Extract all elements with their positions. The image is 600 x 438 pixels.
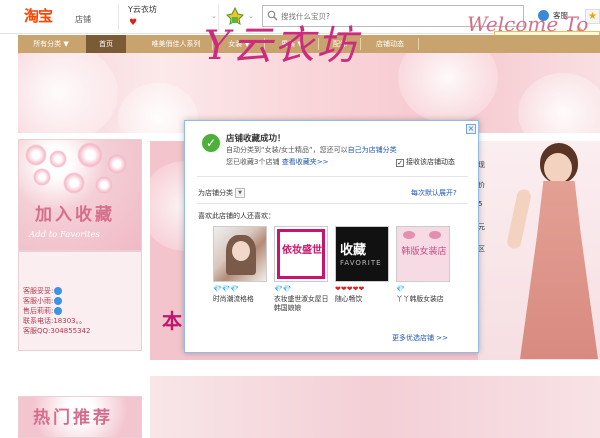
contact-row: 客服QQ:304855342: [23, 327, 91, 335]
promo-char: 本: [162, 309, 182, 333]
contact-row: 联系电话:18303。。: [23, 317, 87, 325]
hot-recommend-banner[interactable]: 热门推荐: [18, 396, 142, 438]
dialog-category-text: 自动分类到“女装/女士精品”，您还可以自己为店铺分类: [226, 146, 397, 154]
taobao-logo[interactable]: 淘宝: [24, 7, 72, 25]
banner-title: Y云衣坊: [204, 23, 359, 69]
contact-row: 客服妥妥:: [23, 286, 137, 296]
subscribe-checkbox[interactable]: ✓ 接收该店铺动态: [396, 157, 455, 167]
promo-side-text: 价: [478, 181, 485, 189]
shop-rating: ❤❤❤❤❤: [335, 285, 365, 293]
custom-category-link[interactable]: 自己为店铺分类: [348, 146, 397, 154]
logo-subtitle: 店铺: [75, 15, 91, 24]
chevron-down-icon[interactable]: ▼: [235, 188, 245, 198]
divider: [118, 4, 119, 30]
dialog-title: 店铺收藏成功！: [226, 134, 286, 144]
nav-home[interactable]: 首页: [86, 35, 126, 53]
shop-name[interactable]: 随心畅饮: [335, 295, 391, 304]
shop-rating: 💎: [396, 285, 405, 293]
also-like-label: 喜欢此店铺的人还喜欢：: [198, 212, 275, 220]
divider: [150, 360, 600, 376]
contact-row: 客服小雨:: [23, 296, 137, 306]
favorites-title: 加入收藏: [35, 205, 115, 225]
nav-shop-news[interactable]: 店铺动态: [362, 35, 418, 53]
favorite-success-dialog: × ✓ 店铺收藏成功！ 自动分类到“女装/女士精品”，您还可以自己为店铺分类 您…: [184, 120, 479, 353]
promo-side-text: 现: [478, 161, 485, 169]
shop-thumbnail[interactable]: 依妆盛世: [274, 226, 328, 282]
divider: [197, 203, 468, 204]
heart-icon[interactable]: ♥: [129, 18, 137, 28]
shop-name[interactable]: 衣妆盛世淑女屋日韩国娘娘: [274, 295, 330, 313]
shop-thumbnail[interactable]: 韩版女装店: [396, 226, 450, 282]
wangwang-icon[interactable]: [54, 287, 63, 295]
contact-panel: 客服妥妥: 客服小雨: 售后莉莉: 联系电话:18303。。 客服QQ:3048…: [18, 251, 142, 351]
favorites-subtitle: Add to Favorites: [29, 230, 100, 240]
wangwang-icon[interactable]: [54, 297, 63, 305]
category-select[interactable]: 为店铺分类 ▼: [198, 188, 245, 198]
contact-row: 售后莉莉:: [23, 306, 137, 316]
hot-title: 热门推荐: [33, 408, 113, 428]
close-icon[interactable]: ×: [466, 124, 476, 134]
recommended-shop[interactable]: 依妆盛世 💎💎 衣妆盛世淑女屋日韩国娘娘: [274, 226, 330, 313]
shop-name[interactable]: 时尚潮流格格: [213, 295, 269, 304]
shop-thumbnail[interactable]: 收藏 FAVORITE: [335, 226, 389, 282]
nav-all-categories[interactable]: 所有分类 ▼: [18, 35, 84, 53]
recommended-shop[interactable]: 韩版女装店 💎 丫丫韩版女装店: [396, 226, 452, 304]
nav-divider: [418, 38, 419, 50]
dialog-count-text: 您已收藏3个店铺 查看收藏夹>>: [226, 158, 329, 166]
wangwang-icon[interactable]: [54, 307, 63, 315]
view-favorites-link[interactable]: 查看收藏夹>>: [282, 158, 329, 166]
shop-rating: 💎💎💎: [213, 285, 240, 293]
shop-rating: 💎💎: [274, 285, 292, 293]
nav-divider: [360, 38, 361, 50]
promo-side-text: 元: [478, 223, 485, 231]
model-photo[interactable]: [478, 141, 600, 360]
recommended-shop[interactable]: 收藏 FAVORITE ❤❤❤❤❤ 随心畅饮: [335, 226, 391, 304]
more-shops-link[interactable]: 更多优选店铺 >>: [392, 333, 448, 343]
add-to-favorites-banner[interactable]: 加入收藏 Add to Favorites: [18, 139, 142, 251]
divider: [197, 176, 468, 177]
shop-thumbnail[interactable]: [213, 226, 267, 282]
promo-banner-bottom[interactable]: [150, 376, 600, 438]
banner-welcome: Welcome To: [467, 12, 589, 36]
promo-side-text: 区: [478, 245, 485, 253]
shop-name[interactable]: 丫丫韩版女装店: [396, 295, 452, 304]
default-expand-link[interactable]: 每次默认展开?: [411, 188, 457, 198]
recommended-shop[interactable]: 💎💎💎 时尚潮流格格: [213, 226, 269, 304]
check-icon: ✓: [202, 134, 220, 152]
shop-name[interactable]: Y云衣坊: [128, 4, 157, 15]
checkbox[interactable]: ✓: [396, 159, 404, 167]
